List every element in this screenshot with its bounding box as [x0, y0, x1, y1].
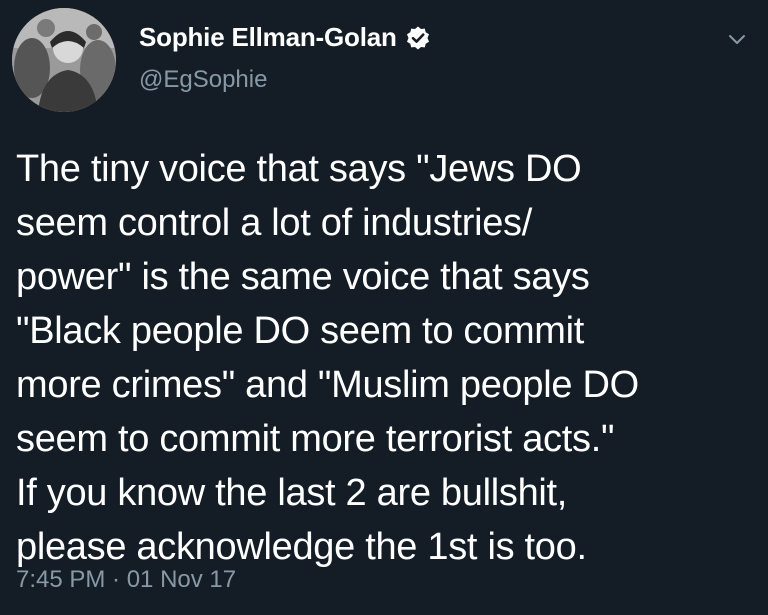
tweet-line: If you know the last 2 are bullshit,: [16, 472, 568, 514]
tweet-body: The tiny voice that says "Jews DO seem c…: [16, 142, 756, 574]
tweet-timestamp[interactable]: 7:45 PM · 01 Nov 17: [16, 566, 236, 594]
author-display-name[interactable]: Sophie Ellman-Golan: [139, 22, 397, 53]
chevron-down-icon[interactable]: [726, 28, 748, 50]
tweet-line: "Black people DO seem to commit: [16, 310, 585, 352]
tweet-line: seem control a lot of industries/: [16, 202, 533, 244]
tweet-line: power" is the same voice that says: [16, 256, 590, 298]
avatar[interactable]: [12, 8, 116, 112]
tweet-card: Sophie Ellman-Golan @EgSophie The tiny v…: [0, 0, 768, 615]
tweet-line: The tiny voice that says "Jews DO: [16, 148, 582, 190]
author-name-row[interactable]: Sophie Ellman-Golan: [139, 22, 431, 53]
tweet-line: seem to commit more terrorist acts.": [16, 418, 615, 460]
author-handle[interactable]: @EgSophie: [139, 66, 267, 94]
avatar-photo: [12, 8, 116, 112]
verified-badge-icon: [405, 25, 431, 51]
tweet-line: more crimes" and "Muslim people DO: [16, 364, 639, 406]
